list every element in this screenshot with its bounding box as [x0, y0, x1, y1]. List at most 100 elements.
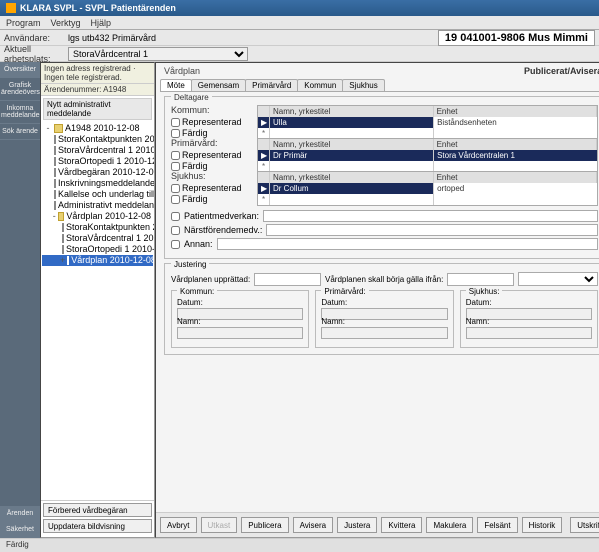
tab-gemensam[interactable]: Gemensam: [191, 79, 246, 91]
tree-node[interactable]: Administrativt meddelande 2010: [42, 200, 153, 211]
menu-program[interactable]: Program: [6, 18, 41, 27]
btn-avisera[interactable]: Avisera: [293, 517, 334, 533]
upprattad-label: Vårdplanen upprättad:: [171, 275, 250, 284]
kommun-rep-check[interactable]: [171, 118, 180, 127]
primarvard-grid[interactable]: Namn, yrkestitelEnhet ▶Dr PrimärStora Vå…: [257, 138, 598, 173]
window-title: KLARA SVPL - SVPL Patientärenden: [20, 3, 176, 13]
action-bar: Avbryt Utkast Publicera Avisera Justera …: [156, 512, 599, 537]
annan-input[interactable]: [217, 238, 599, 250]
legend-deltagare: Deltagare: [171, 93, 212, 102]
menubar: Program Verktyg Hjälp: [0, 16, 599, 30]
tab-sjukhus[interactable]: Sjukhus: [342, 79, 384, 91]
btn-kvittera[interactable]: Kvittera: [381, 517, 422, 533]
patientmedv-check[interactable]: [171, 212, 180, 221]
primarvard-rep-check[interactable]: [171, 151, 180, 160]
just-kommun: Kommun: Datum: Namn:: [171, 290, 309, 348]
galla-input[interactable]: [447, 273, 514, 286]
tree-node[interactable]: +Vårdplan 2010-12-08: [42, 255, 153, 266]
patientmedv-input[interactable]: [263, 210, 598, 222]
galla-select[interactable]: [518, 272, 598, 286]
tree-node[interactable]: StoraVårdcentral 1 2010-12-08: [42, 145, 153, 156]
btn-historik[interactable]: Historik: [522, 517, 563, 533]
tab-primärvård[interactable]: Primärvård: [245, 79, 298, 91]
menu-help[interactable]: Hjälp: [91, 18, 112, 27]
tree-node[interactable]: -A1948 2010-12-08: [42, 123, 153, 134]
narst-check[interactable]: [171, 226, 180, 235]
btn-forbered[interactable]: Förbered vårdbegäran: [43, 503, 152, 517]
galla-label: Vårdplanen skall börja gälla ifrån:: [325, 275, 443, 284]
tree-node[interactable]: StoraOrtopedi 1 2010-12-0: [42, 244, 153, 255]
fieldset-deltagare: Deltagare Kommun: Representerad Färdig N…: [164, 96, 599, 259]
tree-node[interactable]: Kallelse och underlag till vårdpl: [42, 189, 153, 200]
tree-pane: Ingen adress registrerad · Ingen tele re…: [40, 62, 155, 538]
nav-grafisk[interactable]: Grafisk ärendeöversikt: [0, 78, 40, 101]
table-row[interactable]: ▶Dr PrimärStora Vårdcentralen 1: [258, 150, 597, 161]
info-line-2: Ärendenummer: A1948: [41, 84, 154, 96]
nav-oversikter[interactable]: Översikter: [0, 62, 40, 78]
titlebar: KLARA SVPL - SVPL Patientärenden: [0, 0, 599, 16]
just-primarvard: Primärvård: Datum: Namn:: [315, 290, 453, 348]
patientmedv-label: Patientmedverkan:: [184, 211, 259, 221]
tree-node[interactable]: -Vårdplan 2010-12-08: [42, 211, 153, 222]
nav-sakerhet[interactable]: Säkerhet: [0, 522, 40, 538]
tree-tab-new-msg[interactable]: Nytt administrativt meddelande: [43, 98, 152, 120]
tree-node[interactable]: Inskrivningsmeddelande 2010-1: [42, 178, 153, 189]
table-row[interactable]: ▶Dr Collumortoped: [258, 183, 597, 194]
content-status: Publicerat/Aviserat: [524, 66, 599, 76]
btn-felsant[interactable]: Felsänt: [477, 517, 517, 533]
annan-check[interactable]: [171, 240, 180, 249]
sjukhus-fardig-check[interactable]: [171, 195, 180, 204]
tree-node[interactable]: StoraOrtopedi 1 2010-12-08: [42, 156, 153, 167]
sjukhus-namn-input[interactable]: [466, 327, 592, 339]
tab-kommun[interactable]: Kommun: [297, 79, 343, 91]
content-title: Vårdplan: [164, 66, 200, 76]
kommun-label: Kommun:: [171, 105, 251, 115]
sjukhus-rep-check[interactable]: [171, 184, 180, 193]
primarvard-namn-input[interactable]: [321, 327, 447, 339]
user-value: lgs utb432 Primärvård: [68, 33, 156, 43]
btn-makulera[interactable]: Makulera: [426, 517, 473, 533]
narst-input[interactable]: [266, 224, 598, 236]
table-row[interactable]: ▶UllaBiståndsenheten: [258, 117, 597, 128]
tab-möte[interactable]: Möte: [160, 79, 192, 91]
toolbar-user-row: Användare: lgs utb432 Primärvård 19 0410…: [0, 30, 599, 46]
kommun-namn-input[interactable]: [177, 327, 303, 339]
workplace-label: Aktuell arbetsplats:: [4, 44, 64, 64]
content-tabs: MöteGemensamPrimärvårdKommunSjukhus: [156, 79, 599, 91]
primarvard-fardig-check[interactable]: [171, 162, 180, 171]
sjukhus-grid[interactable]: Namn, yrkestitelEnhet ▶Dr Collumortoped …: [257, 171, 598, 206]
primarvard-label: Primärvård:: [171, 138, 251, 148]
narst-label: Närstförendemedv.:: [184, 225, 262, 235]
menu-verktyg[interactable]: Verktyg: [51, 18, 81, 27]
btn-uppdatera[interactable]: Uppdatera bildvisning: [43, 519, 152, 533]
toolbar-workplace-row: Aktuell arbetsplats: StoraVårdcentral 1: [0, 46, 599, 62]
btn-justera[interactable]: Justera: [337, 517, 377, 533]
case-tree: -A1948 2010-12-08StoraKontaktpunkten 201…: [41, 122, 154, 500]
btn-utskrift[interactable]: Utskrift: [570, 517, 599, 533]
nav-arenden[interactable]: Ärenden: [0, 506, 40, 522]
btn-publicera[interactable]: Publicera: [241, 517, 288, 533]
content-pane: Vårdplan Publicerat/Aviserat MöteGemensa…: [155, 62, 599, 538]
user-label: Användare:: [4, 33, 64, 43]
workplace-select[interactable]: StoraVårdcentral 1: [68, 47, 248, 61]
tree-node[interactable]: StoraVårdcentral 1 2010-12: [42, 233, 153, 244]
table-row-add[interactable]: *: [258, 194, 597, 205]
patient-id: 19 041001-9806 Mus Mimmi: [438, 30, 595, 46]
statusbar: Färdig: [0, 538, 599, 552]
app-icon: [6, 3, 16, 13]
annan-label: Annan:: [184, 239, 213, 249]
btn-utkast[interactable]: Utkast: [201, 517, 238, 533]
tree-node[interactable]: StoraKontaktpunkten 2010-: [42, 222, 153, 233]
legend-justering: Justering: [171, 260, 209, 269]
upprattad-input[interactable]: [254, 273, 321, 286]
tree-node[interactable]: Vårdbegäran 2010-12-08: [42, 167, 153, 178]
nav-sok[interactable]: Sök ärende: [0, 124, 40, 140]
info-line-1: Ingen adress registrerad · Ingen tele re…: [41, 63, 154, 84]
sjukhus-label: Sjukhus:: [171, 171, 251, 181]
btn-avbryt[interactable]: Avbryt: [160, 517, 197, 533]
nav-inkomna[interactable]: Inkomna meddelanden: [0, 101, 40, 124]
tree-node[interactable]: StoraKontaktpunkten 2010-12-0: [42, 134, 153, 145]
kommun-grid[interactable]: Namn, yrkestitelEnhet ▶UllaBiståndsenhet…: [257, 105, 598, 140]
kommun-fardig-check[interactable]: [171, 129, 180, 138]
left-nav: Översikter Grafisk ärendeöversikt Inkomn…: [0, 62, 40, 538]
